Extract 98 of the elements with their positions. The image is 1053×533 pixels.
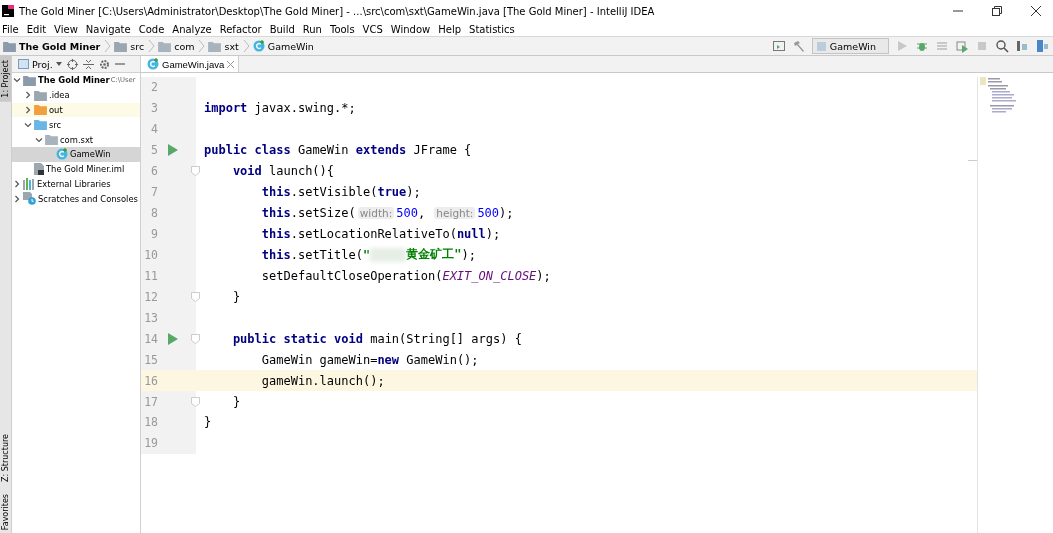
run-config-dropdown[interactable]: GameWin — [811, 38, 889, 54]
window-icon[interactable] — [771, 39, 786, 53]
menu-item[interactable]: View — [54, 23, 82, 35]
chevron-right-icon — [102, 39, 113, 53]
line-number: 16 — [143, 373, 158, 388]
run-icon[interactable] — [168, 332, 178, 345]
line-number: 19 — [143, 436, 158, 451]
crosshair-icon[interactable] — [66, 58, 78, 70]
folder-icon — [114, 40, 128, 52]
line-number: 15 — [143, 352, 158, 367]
menu-item[interactable]: File — [2, 23, 23, 35]
folder-icon — [158, 40, 172, 52]
class-icon — [252, 40, 265, 52]
menu-item[interactable]: Edit — [26, 23, 51, 35]
code-line: import javax.swing.*; — [203, 101, 356, 116]
line-number: 4 — [150, 122, 158, 137]
line-number: 10 — [143, 247, 158, 262]
code-line: setDefaultCloseOperation(EXIT_ON_CLOSE); — [260, 268, 551, 283]
file-icon — [34, 163, 44, 176]
structure-icon[interactable] — [1015, 39, 1029, 53]
chevron-right-icon — [146, 39, 157, 53]
config-icon — [816, 41, 826, 51]
code-line: public static void main(String[] args) { — [231, 331, 522, 346]
class-icon — [56, 148, 68, 161]
menu-item[interactable]: Window — [390, 23, 435, 35]
caret-icon — [55, 62, 62, 66]
code-line: this.setTitle(" 黄金矿工"); — [260, 246, 476, 264]
line-number: 14 — [143, 331, 158, 346]
folder-icon — [208, 40, 222, 52]
line-number: 3 — [150, 101, 158, 116]
chevron-down-icon[interactable] — [13, 76, 21, 85]
collapse-all-icon[interactable] — [82, 58, 94, 70]
project-settings-icon[interactable] — [1035, 39, 1049, 53]
menu-item[interactable]: Tools — [329, 23, 359, 35]
line-number: 12 — [143, 289, 158, 304]
chevron-right-icon — [196, 39, 207, 53]
editor-tab[interactable]: GameWin.java — [141, 56, 240, 72]
line-number: 2 — [150, 80, 158, 95]
line-number: 6 — [150, 164, 158, 179]
profile-icon[interactable] — [955, 39, 969, 53]
menu-item[interactable]: Code — [138, 23, 169, 35]
tree-item[interactable]: src — [12, 117, 140, 133]
tree-item[interactable]: GameWin — [12, 147, 140, 162]
code-line: this.setLocationRelativeTo(null); — [260, 227, 501, 242]
hammer-icon[interactable] — [791, 39, 806, 53]
blurred-area — [370, 247, 407, 262]
code-line: } — [231, 289, 241, 304]
folder-icon — [3, 40, 16, 52]
menu-item[interactable]: VCS — [362, 23, 387, 35]
menu-item[interactable]: Help — [438, 23, 466, 35]
code-line: this.setSize( width: 500, height: 500); — [260, 206, 514, 221]
menu-item[interactable]: Run — [302, 23, 326, 35]
class-icon — [147, 58, 159, 70]
breadcrumb[interactable]: sxt — [208, 40, 239, 52]
window-title: The Gold Miner [C:\Users\Administrator\Desktop\The Gold Miner] - ...\src\com\sxt\GameWin.java [The Gold Miner] - IntelliJ IDEA — [19, 5, 655, 17]
folder-icon — [34, 104, 47, 116]
window-icon — [18, 59, 29, 69]
scratch-icon — [23, 192, 36, 206]
line-number: 17 — [143, 394, 158, 409]
breadcrumb[interactable]: com — [158, 40, 195, 52]
code-line: GameWin gameWin=new GameWin(); — [260, 352, 479, 367]
parameter-hint: width: — [357, 207, 395, 220]
library-icon — [23, 177, 35, 190]
parameter-hint: height: — [434, 207, 476, 220]
line-number: 13 — [143, 310, 158, 325]
breadcrumb[interactable]: The Gold Miner — [3, 40, 101, 52]
menu-item[interactable]: Statistics — [469, 23, 519, 35]
search-icon[interactable] — [995, 39, 1009, 53]
code-line: void launch(){ — [231, 164, 335, 179]
breadcrumb[interactable]: GameWin — [252, 40, 314, 52]
line-number: 8 — [150, 206, 158, 221]
line-number: 7 — [150, 185, 158, 200]
menu-item[interactable]: Build — [269, 23, 299, 35]
breadcrumb[interactable]: src — [114, 40, 145, 52]
code-line: public class GameWin extends JFrame { — [203, 143, 472, 158]
tree-item[interactable]: com.sxt — [12, 132, 140, 147]
tree-item[interactable]: out — [12, 102, 140, 118]
side-tab[interactable]: Z: Structure — [0, 429, 11, 486]
settings-icon[interactable] — [98, 58, 110, 70]
side-tab[interactable]: Favorites — [0, 489, 11, 533]
tree-item[interactable]: The Gold Miner.iml — [12, 161, 140, 177]
tree-item[interactable]: Scratches and Consoles — [12, 191, 140, 207]
code-line: this.setVisible(true); — [260, 185, 421, 200]
line-number: 5 — [150, 143, 158, 158]
run-icon[interactable] — [168, 144, 178, 157]
line-number: 9 — [150, 227, 158, 242]
menu-item[interactable]: Navigate — [85, 23, 135, 35]
code-line: } — [231, 394, 241, 409]
code-line: gameWin.launch(); — [260, 373, 385, 388]
menu-item[interactable]: Refactor — [219, 23, 266, 35]
menu-item[interactable]: Analyze — [172, 23, 216, 35]
side-tab[interactable]: 1: Project — [0, 56, 11, 102]
line-number: 11 — [143, 268, 158, 283]
code-line: } — [203, 415, 212, 430]
error-stripe-mark — [968, 160, 977, 161]
tree-item[interactable]: External Libraries — [12, 176, 140, 192]
line-number: 18 — [143, 415, 158, 430]
tree-item[interactable]: .idea — [12, 87, 140, 103]
